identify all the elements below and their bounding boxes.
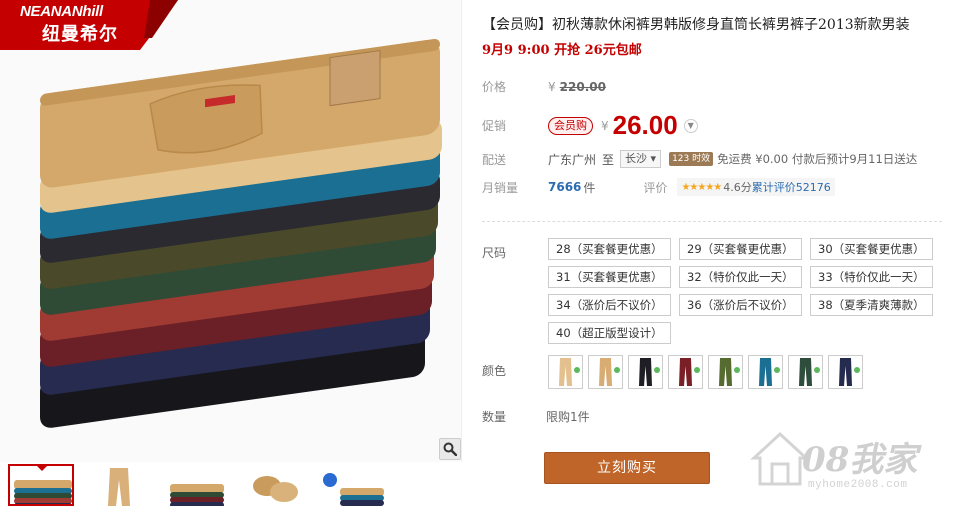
destination-select[interactable]: 长沙 ▾ bbox=[620, 150, 662, 168]
sales-label: 月销量 bbox=[482, 180, 519, 195]
size-option-28[interactable]: 28（买套餐更优惠） bbox=[548, 238, 671, 260]
thumbnail-1[interactable] bbox=[8, 464, 74, 506]
site-watermark: 08我家 myhome2008.com bbox=[750, 424, 950, 506]
brand-name-cn: 纽曼希尔 bbox=[42, 24, 118, 45]
main-product-image[interactable]: NEANANhill 纽曼希尔 bbox=[0, 0, 462, 462]
size-option-38[interactable]: 38（夏季清爽薄款） bbox=[810, 294, 933, 316]
magnifier-icon bbox=[443, 442, 457, 456]
color-swatch-wine-red[interactable] bbox=[668, 355, 703, 389]
star-rating-icon: ★★★★★ bbox=[681, 181, 722, 193]
color-swatches bbox=[548, 355, 863, 389]
sales-unit: 件 bbox=[583, 180, 596, 195]
color-swatch-teal-blue[interactable] bbox=[748, 355, 783, 389]
color-swatch-khaki[interactable] bbox=[588, 355, 623, 389]
thumbnail-4[interactable] bbox=[242, 464, 308, 506]
watermark-url: myhome2008.com bbox=[808, 479, 908, 491]
size-option-34[interactable]: 34（涨价后不议价） bbox=[548, 294, 671, 316]
member-badge: 会员购 bbox=[548, 116, 593, 135]
sales-row: 月销量 7666 件 评价 ★★★★★ 4.6分 累计评价52176 bbox=[482, 178, 835, 196]
promo-label: 促销 bbox=[482, 119, 507, 133]
price-row: 价格 ¥ 220.00 bbox=[482, 78, 606, 95]
product-title: 【会员购】初秋薄款休闲裤男韩版修身直筒长裤男裤子2013新款男装 bbox=[482, 17, 910, 33]
thumbnail-3[interactable] bbox=[164, 464, 230, 506]
delivery-label: 配送 bbox=[482, 152, 507, 167]
review-summary[interactable]: ★★★★★ 4.6分 累计评价52176 bbox=[677, 178, 835, 196]
price-box: 价格 ¥ 220.00 促销 会员购 ¥ 26.00 ▼ 配送 广东广州 至 长… bbox=[482, 66, 942, 202]
quantity-label: 数量 bbox=[482, 410, 507, 424]
sales-count: 7666 bbox=[548, 180, 582, 194]
original-price: 220.00 bbox=[559, 79, 606, 94]
house-icon bbox=[750, 431, 810, 486]
color-swatch-navy[interactable] bbox=[828, 355, 863, 389]
destination-value: 长沙 bbox=[625, 152, 648, 165]
review-label: 评价 bbox=[643, 180, 668, 195]
review-count-link[interactable]: 累计评价52176 bbox=[752, 179, 831, 195]
buy-now-button[interactable]: 立刻购买 bbox=[544, 452, 710, 484]
currency-symbol: ¥ bbox=[601, 118, 609, 133]
color-swatch-dark-green[interactable] bbox=[788, 355, 823, 389]
size-option-32[interactable]: 32（特价仅此一天） bbox=[679, 266, 802, 288]
size-option-30[interactable]: 30（买套餐更优惠） bbox=[810, 238, 933, 260]
thumbnail-5[interactable] bbox=[320, 464, 386, 506]
stacked-pants-illustration bbox=[40, 38, 442, 428]
delivery-row: 配送 广东广州 至 长沙 ▾ 123 时效 免运费 ¥0.00 付款后预计9月1… bbox=[482, 150, 917, 168]
size-option-31[interactable]: 31（买套餐更优惠） bbox=[548, 266, 671, 288]
thumbnail-2[interactable] bbox=[86, 464, 152, 506]
watermark-logo: 08我家 bbox=[802, 440, 918, 480]
to-word: 至 bbox=[602, 152, 615, 167]
currency-symbol: ¥ bbox=[548, 79, 556, 94]
price-label: 价格 bbox=[482, 80, 507, 94]
ship-from: 广东广州 bbox=[548, 152, 597, 167]
express-badge: 123 时效 bbox=[669, 152, 714, 166]
promo-price-row: 促销 会员购 ¥ 26.00 ▼ bbox=[482, 110, 698, 141]
chevron-down-icon[interactable]: ▼ bbox=[683, 118, 698, 133]
color-swatch-black[interactable] bbox=[628, 355, 663, 389]
size-option-33[interactable]: 33（特价仅此一天） bbox=[810, 266, 933, 288]
color-swatch-khaki-light[interactable] bbox=[548, 355, 583, 389]
size-option-40[interactable]: 40（超正版型设计） bbox=[548, 322, 671, 344]
product-gallery: NEANANhill 纽曼希尔 bbox=[0, 0, 462, 506]
color-swatch-army-green[interactable] bbox=[708, 355, 743, 389]
thumbnail-strip bbox=[0, 464, 462, 506]
brand-name: NEANANhill bbox=[20, 3, 103, 20]
size-label: 尺码 bbox=[482, 246, 507, 260]
chevron-down-icon: ▾ bbox=[650, 152, 657, 165]
zoom-button[interactable] bbox=[439, 438, 461, 460]
rating-score: 4.6分 bbox=[723, 181, 752, 194]
purchase-limit: 限购1件 bbox=[546, 410, 590, 424]
size-option-29[interactable]: 29（买套餐更优惠） bbox=[679, 238, 802, 260]
product-info-panel: 【会员购】初秋薄款休闲裤男韩版修身直筒长裤男裤子2013新款男装 9月9 9:0… bbox=[462, 0, 954, 506]
color-label: 颜色 bbox=[482, 364, 507, 378]
sale-price: 26.00 bbox=[612, 110, 678, 140]
size-option-36[interactable]: 36（涨价后不议价） bbox=[679, 294, 802, 316]
divider bbox=[482, 221, 942, 222]
promo-line: 9月9 9:00 开抢 26元包邮 bbox=[482, 43, 642, 58]
brand-logo: NEANANhill 纽曼希尔 bbox=[0, 0, 178, 50]
shipping-info: 免运费 ¥0.00 付款后预计9月11日送达 bbox=[717, 152, 918, 166]
